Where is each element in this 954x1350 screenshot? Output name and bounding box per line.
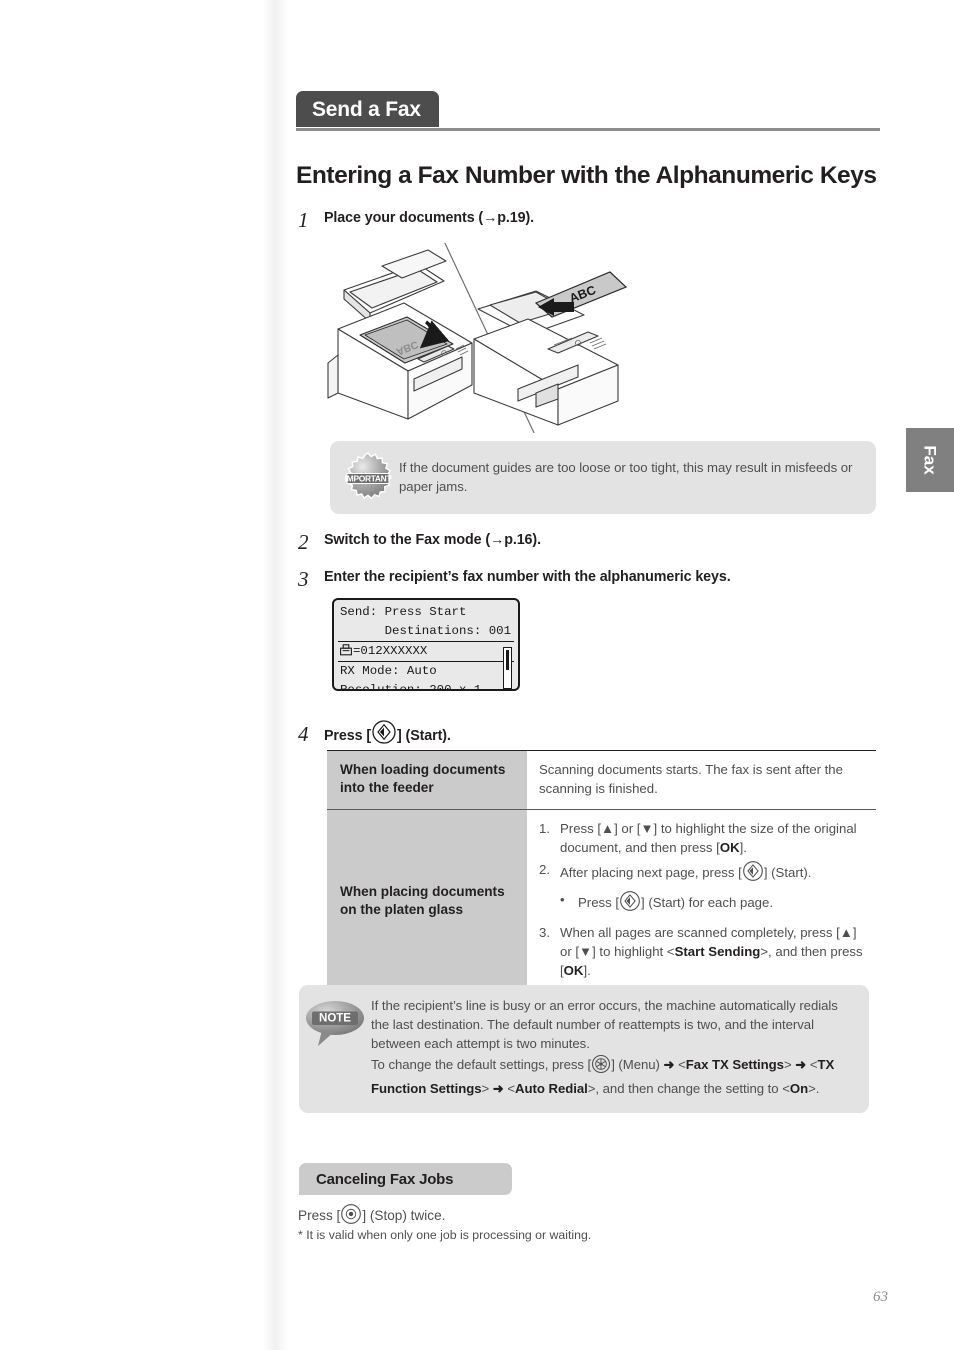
step-4-text-after: ] (Start). <box>397 728 451 744</box>
step-4-number: 4 <box>298 721 309 746</box>
step-1: 1 Place your documents (→p.19). <box>298 210 534 231</box>
chapter-title: Send a Fax <box>312 97 421 121</box>
page-number: 63 <box>873 1289 888 1305</box>
cancel-footnote: * It is valid when only one job is proce… <box>298 1228 592 1242</box>
table-row-body: 1. Press [▲] or [▼] to highlight the siz… <box>527 809 876 994</box>
step-4-text-before: Press [ <box>324 728 371 744</box>
cancel-instruction: Press [ ] (Stop) twice. <box>298 1203 445 1228</box>
list-item-text: When all pages are scanned completely, p… <box>560 925 863 978</box>
fax-lcd-display: Send: Press Start Destinations: 001 =012… <box>332 598 520 691</box>
important-badge-label: IMPORTANT <box>345 473 393 483</box>
list-item: 3. When all pages are scanned completely… <box>539 923 864 980</box>
important-badge: IMPORTANT <box>337 451 399 505</box>
note-badge: NOTE <box>299 985 371 1050</box>
note-paragraph-1: If the recipient’s line is busy or an er… <box>371 998 838 1051</box>
table-row-header: When placing documents on the platen gla… <box>327 809 527 994</box>
bullet-marker: • <box>560 892 565 907</box>
step-3: 3 Enter the recipient’s fax number with … <box>298 569 731 590</box>
list-item-text: Press [▲] or [▼] to highlight the size o… <box>560 821 857 855</box>
start-button-icon <box>742 860 764 887</box>
note-callout: NOTE If the recipient’s line is busy or … <box>299 985 869 1113</box>
subsection-header: Canceling Fax Jobs <box>299 1163 512 1195</box>
step-4: 4 Press [ ] (Start). <box>298 719 451 749</box>
lcd-line-destinations: Destinations: 001 <box>340 624 512 638</box>
step-3-text: Enter the recipient’s fax number with th… <box>324 569 731 585</box>
fax-machine-icon <box>340 644 352 663</box>
step-3-number: 3 <box>298 567 309 591</box>
step-2-number: 2 <box>298 530 309 554</box>
table-row-header: When loading documents into the feeder <box>327 750 527 810</box>
list-item: 1. Press [▲] or [▼] to highlight the siz… <box>539 819 864 857</box>
table-row: When placing documents on the platen gla… <box>327 809 876 994</box>
lcd-line-rx-mode: RX Mode: Auto <box>340 664 437 678</box>
list-item: • Press [] (Start) for each page. <box>560 890 811 917</box>
page-edge-shadow <box>262 0 288 1350</box>
list-item-text: After placing next page, press [] (Start… <box>560 860 811 920</box>
chapter-banner-tab: Send a Fax <box>296 91 439 127</box>
lcd-fax-number-value: =012XXXXXX <box>353 644 428 658</box>
page-title: Entering a Fax Number with the Alphanume… <box>296 162 877 189</box>
important-callout: IMPORTANT If the document guides are too… <box>330 441 876 514</box>
start-button-icon <box>619 890 641 917</box>
menu-button-icon <box>591 1054 611 1080</box>
lcd-scrollbar[interactable] <box>503 647 512 689</box>
stop-button-icon <box>340 1203 362 1228</box>
step-2: 2 Switch to the Fax mode (→p.16). <box>298 532 541 553</box>
note-callout-text: If the recipient’s line is busy or an er… <box>371 985 869 1098</box>
list-marker: 2. <box>539 862 550 877</box>
step-4-text: Press [ ] (Start). <box>324 719 451 749</box>
banner-rule <box>296 128 880 131</box>
table-row: When loading documents into the feeder S… <box>327 750 876 810</box>
start-behavior-table: When loading documents into the feeder S… <box>327 750 876 994</box>
side-tab-label: Fax <box>920 445 940 475</box>
lcd-line-resolution: Resolution: 200 x 1… <box>340 683 489 691</box>
lcd-line-send-prompt: Send: Press Start <box>340 605 467 619</box>
step-1-number: 1 <box>298 208 309 232</box>
cancel-text-after: ] (Stop) twice. <box>362 1208 446 1223</box>
step-1-text: Place your documents (→p.19). <box>324 210 535 226</box>
ordered-step-list: 1. Press [▲] or [▼] to highlight the siz… <box>539 819 864 980</box>
list-item-text: Press [] (Start) for each page. <box>578 890 773 917</box>
list-item: 2. After placing next page, press [] (St… <box>539 860 864 920</box>
cancel-text-before: Press [ <box>298 1208 341 1223</box>
side-tab-fax: Fax <box>906 428 954 492</box>
table-row-body: Scanning documents starts. The fax is se… <box>527 750 876 810</box>
start-button-icon <box>371 719 397 749</box>
list-marker: 3. <box>539 925 550 940</box>
note-badge-label: NOTE <box>319 1013 351 1025</box>
subsection-title: Canceling Fax Jobs <box>316 1170 454 1188</box>
document-placement-illustration: ABC ABC <box>322 238 640 436</box>
lcd-line-fax-number: =012XXXXXX <box>334 642 518 661</box>
sub-bullet-list: • Press [] (Start) for each page. <box>560 890 811 917</box>
step-2-text: Switch to the Fax mode (→p.16). <box>324 532 541 548</box>
note-paragraph-2: To change the default settings, press []… <box>371 1054 847 1099</box>
important-callout-text: If the document guides are too loose or … <box>399 459 853 494</box>
list-marker: 1. <box>539 821 550 836</box>
chapter-banner: Send a Fax <box>296 91 880 131</box>
